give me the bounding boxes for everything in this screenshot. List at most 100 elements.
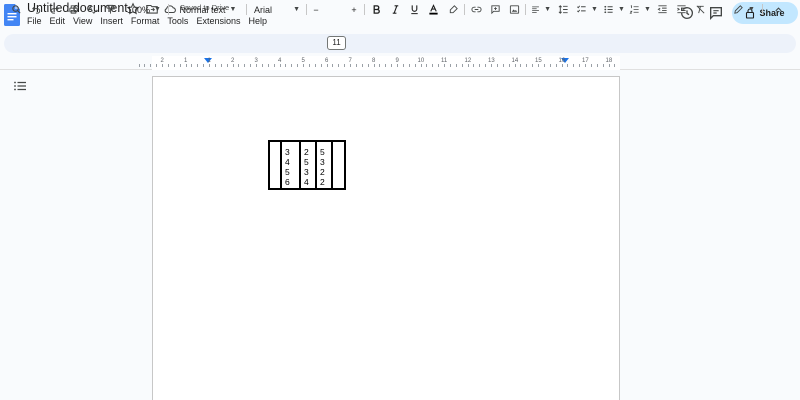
chevron-down-icon: ▼ bbox=[748, 6, 755, 13]
table-cell[interactable] bbox=[268, 140, 282, 190]
menu-format[interactable]: Format bbox=[131, 16, 164, 26]
ruler-tick bbox=[361, 64, 363, 67]
ruler-tick bbox=[432, 64, 434, 67]
menu-view[interactable]: View bbox=[73, 16, 96, 26]
menu-help[interactable]: Help bbox=[248, 16, 271, 26]
table-cell[interactable] bbox=[331, 140, 346, 190]
paint-format-icon bbox=[105, 4, 115, 14]
numbered-list-button[interactable]: ▼ bbox=[629, 3, 651, 16]
decrease-font-size-button[interactable]: − bbox=[311, 3, 321, 16]
ruler-tick bbox=[220, 64, 222, 67]
italic-icon bbox=[392, 5, 398, 14]
checklist-icon bbox=[577, 5, 586, 13]
ruler-tick bbox=[167, 64, 169, 67]
ruler-tick bbox=[397, 64, 398, 67]
spellcheck-button[interactable] bbox=[86, 3, 98, 16]
decrease-indent-button[interactable] bbox=[656, 3, 668, 16]
collapse-menus-button[interactable] bbox=[772, 3, 784, 16]
comment-icon[interactable] bbox=[708, 5, 724, 21]
ruler-tick bbox=[314, 64, 316, 67]
add-comment-button[interactable] bbox=[489, 3, 501, 16]
toolbar-divider bbox=[306, 4, 307, 15]
vertical-scrollbar[interactable] bbox=[796, 70, 800, 400]
insert-image-button[interactable] bbox=[508, 3, 520, 16]
bold-icon bbox=[373, 5, 380, 14]
print-button[interactable] bbox=[67, 3, 79, 16]
cell-value: 2 bbox=[304, 147, 309, 157]
align-button[interactable]: ▼ bbox=[531, 3, 551, 16]
ruler-tick bbox=[244, 64, 246, 67]
italic-button[interactable] bbox=[389, 3, 401, 16]
menu-tools[interactable]: Tools bbox=[167, 16, 192, 26]
ruler-tick bbox=[467, 64, 469, 67]
cell-value: 3 bbox=[320, 157, 325, 167]
table-cell[interactable]: 3 4 5 6 bbox=[280, 140, 301, 190]
ruler-tick bbox=[602, 64, 604, 67]
underline-button[interactable] bbox=[408, 3, 420, 16]
undo-button[interactable] bbox=[30, 3, 42, 16]
font-select[interactable]: Arial ▼ bbox=[254, 3, 300, 16]
cell-value: 3 bbox=[285, 147, 290, 157]
font-value: Arial bbox=[254, 4, 273, 15]
ruler-tick bbox=[338, 64, 340, 67]
menu-file[interactable]: File bbox=[27, 16, 46, 26]
toolbar-divider bbox=[762, 4, 763, 15]
ruler-tick bbox=[197, 64, 199, 67]
increase-indent-button[interactable] bbox=[675, 3, 687, 16]
redo-button[interactable] bbox=[48, 3, 60, 16]
zoom-select[interactable]: 100% ▼ bbox=[124, 3, 164, 16]
editing-mode-button[interactable]: ▼ bbox=[733, 3, 755, 16]
style-select[interactable]: Normal text ▼ bbox=[176, 3, 240, 16]
table-cell[interactable]: 5 3 2 2 bbox=[315, 140, 333, 190]
checklist-button[interactable]: ▼ bbox=[576, 3, 598, 16]
font-size-input[interactable]: 11 bbox=[327, 36, 346, 50]
ruler-tick bbox=[279, 64, 281, 67]
ruler-tick bbox=[355, 64, 357, 67]
ruler-tick bbox=[326, 64, 328, 67]
document-page[interactable] bbox=[152, 76, 620, 400]
clear-formatting-button[interactable] bbox=[694, 3, 706, 16]
ruler-tick bbox=[596, 64, 598, 67]
bold-button[interactable] bbox=[370, 3, 382, 16]
cell-value: 5 bbox=[285, 167, 290, 177]
bulleted-list-button[interactable]: ▼ bbox=[603, 3, 625, 16]
document-outline-icon[interactable] bbox=[14, 81, 26, 91]
ruler-page-area bbox=[152, 56, 620, 70]
chevron-down-icon: ▼ bbox=[618, 6, 625, 13]
ruler-tick bbox=[185, 64, 187, 67]
menu-insert[interactable]: Insert bbox=[100, 16, 127, 26]
menu-extensions[interactable]: Extensions bbox=[196, 16, 244, 26]
toolbar-divider bbox=[168, 4, 169, 15]
chevron-down-icon: ▼ bbox=[644, 6, 651, 13]
cell-value: 5 bbox=[304, 157, 309, 167]
plus-icon: + bbox=[351, 4, 357, 15]
horizontal-ruler[interactable]: 2 1 1 2 3 4 5 6 7 8 9 10 11 12 13 14 15 16 17 18 bbox=[0, 56, 800, 70]
increase-font-size-button[interactable]: + bbox=[349, 3, 359, 16]
ruler-tick bbox=[573, 64, 575, 67]
paint-format-button[interactable] bbox=[104, 3, 116, 16]
menu-edit[interactable]: Edit bbox=[50, 16, 70, 26]
highlight-color-button[interactable] bbox=[447, 3, 459, 16]
clear-formatting-icon bbox=[696, 5, 704, 14]
ruler-tick bbox=[156, 64, 158, 67]
chevron-down-icon: ▼ bbox=[293, 6, 300, 13]
increase-indent-icon bbox=[676, 5, 686, 14]
ruler-tick bbox=[502, 64, 504, 67]
cloud-saved-icon[interactable] bbox=[163, 2, 177, 16]
bulleted-list-icon bbox=[604, 5, 613, 14]
search-icon bbox=[11, 5, 21, 14]
ruler-tick bbox=[144, 64, 146, 67]
document-table[interactable]: 3 4 5 6 2 5 3 4 5 3 2 2 bbox=[268, 140, 346, 190]
text-color-button[interactable] bbox=[427, 3, 440, 16]
toolbar-divider bbox=[246, 4, 247, 15]
table-cell[interactable]: 2 5 3 4 bbox=[299, 140, 317, 190]
cell-value: 3 bbox=[304, 167, 309, 177]
line-spacing-button[interactable] bbox=[557, 3, 569, 16]
insert-link-button[interactable] bbox=[470, 3, 482, 16]
ruler-tick bbox=[297, 64, 299, 67]
search-menus-button[interactable] bbox=[10, 3, 22, 16]
ruler-tick bbox=[379, 64, 381, 67]
ruler-tick bbox=[350, 64, 351, 67]
ruler-tick bbox=[402, 64, 404, 67]
ruler-tick bbox=[590, 64, 592, 67]
